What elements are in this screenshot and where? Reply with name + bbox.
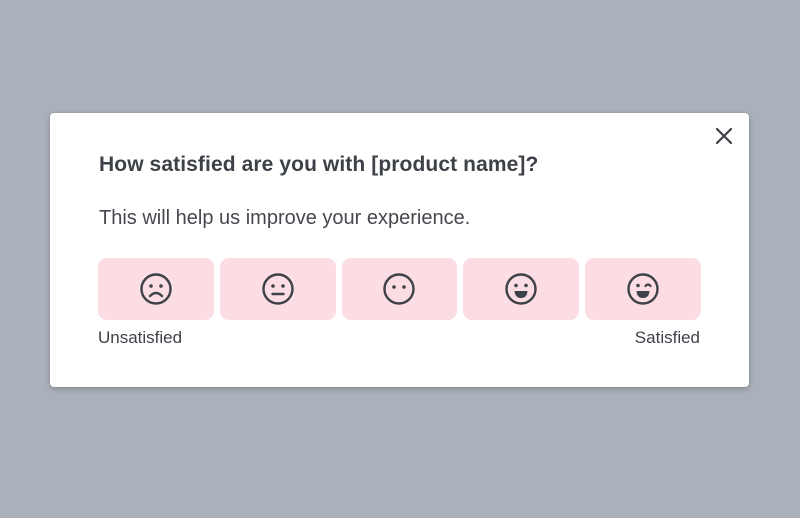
scale-max-label: Satisfied: [634, 328, 700, 347]
survey-dialog: How satisfied are you with [product name…: [50, 113, 749, 387]
very-unhappy-face-icon: [140, 273, 172, 305]
rating-button-5[interactable]: [585, 258, 701, 320]
rating-button-3[interactable]: [341, 258, 458, 320]
rating-button-2[interactable]: [219, 258, 336, 320]
rating-scale: [98, 258, 701, 320]
dialog-subtitle: This will help us improve your experienc…: [99, 207, 471, 229]
very-happy-face-icon: [627, 273, 659, 305]
happy-face-icon: [505, 273, 537, 305]
rating-button-1[interactable]: [98, 258, 214, 320]
neutral-face-icon: [383, 273, 416, 305]
close-button[interactable]: [711, 123, 737, 149]
scale-min-label: Unsatisfied: [98, 328, 183, 347]
dialog-title: How satisfied are you with [product name…: [99, 153, 539, 176]
close-icon: [715, 127, 733, 145]
unhappy-face-icon: [261, 273, 294, 305]
rating-button-4[interactable]: [463, 258, 580, 320]
